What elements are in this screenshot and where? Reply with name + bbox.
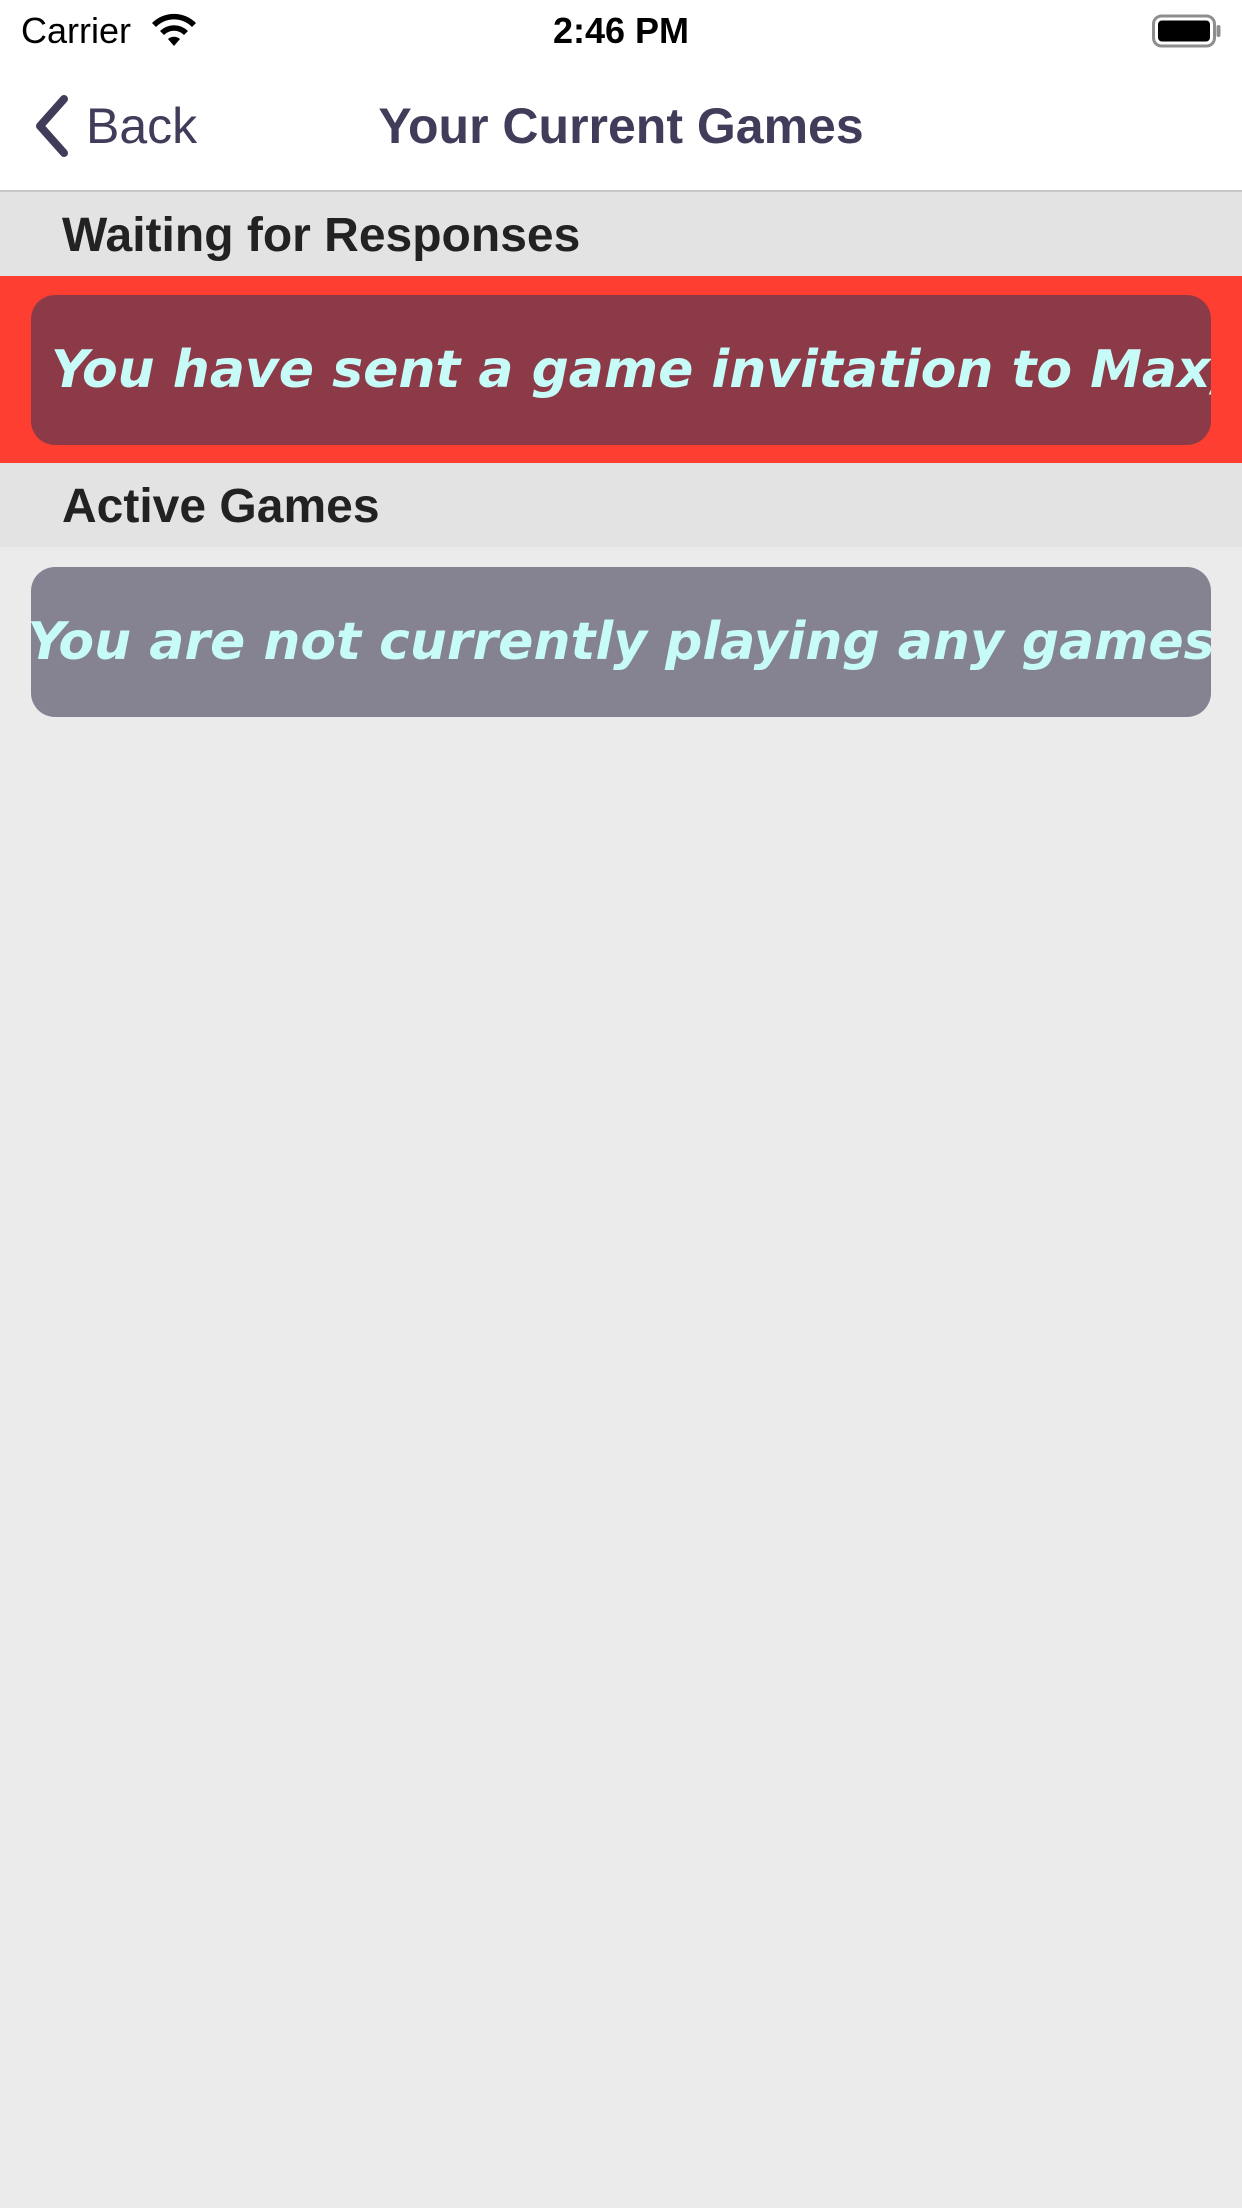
- no-active-games-card[interactable]: You are not currently playing any games: [31, 567, 1211, 717]
- section-header-active: Active Games: [0, 463, 1242, 547]
- game-invitation-card[interactable]: You have sent a game invitation to Max, …: [31, 295, 1211, 445]
- section-header-waiting: Waiting for Responses: [0, 192, 1242, 276]
- status-time: 2:46 PM: [552, 10, 690, 51]
- section-title-waiting: Waiting for Responses: [62, 209, 581, 262]
- battery-icon: [1152, 14, 1221, 48]
- navigation-bar: Back Your Current Games: [0, 62, 1242, 192]
- page-title: Your Current Games: [378, 98, 864, 154]
- status-bar: Carrier 2:46 PM: [0, 0, 1242, 62]
- section-title-active: Active Games: [62, 480, 380, 533]
